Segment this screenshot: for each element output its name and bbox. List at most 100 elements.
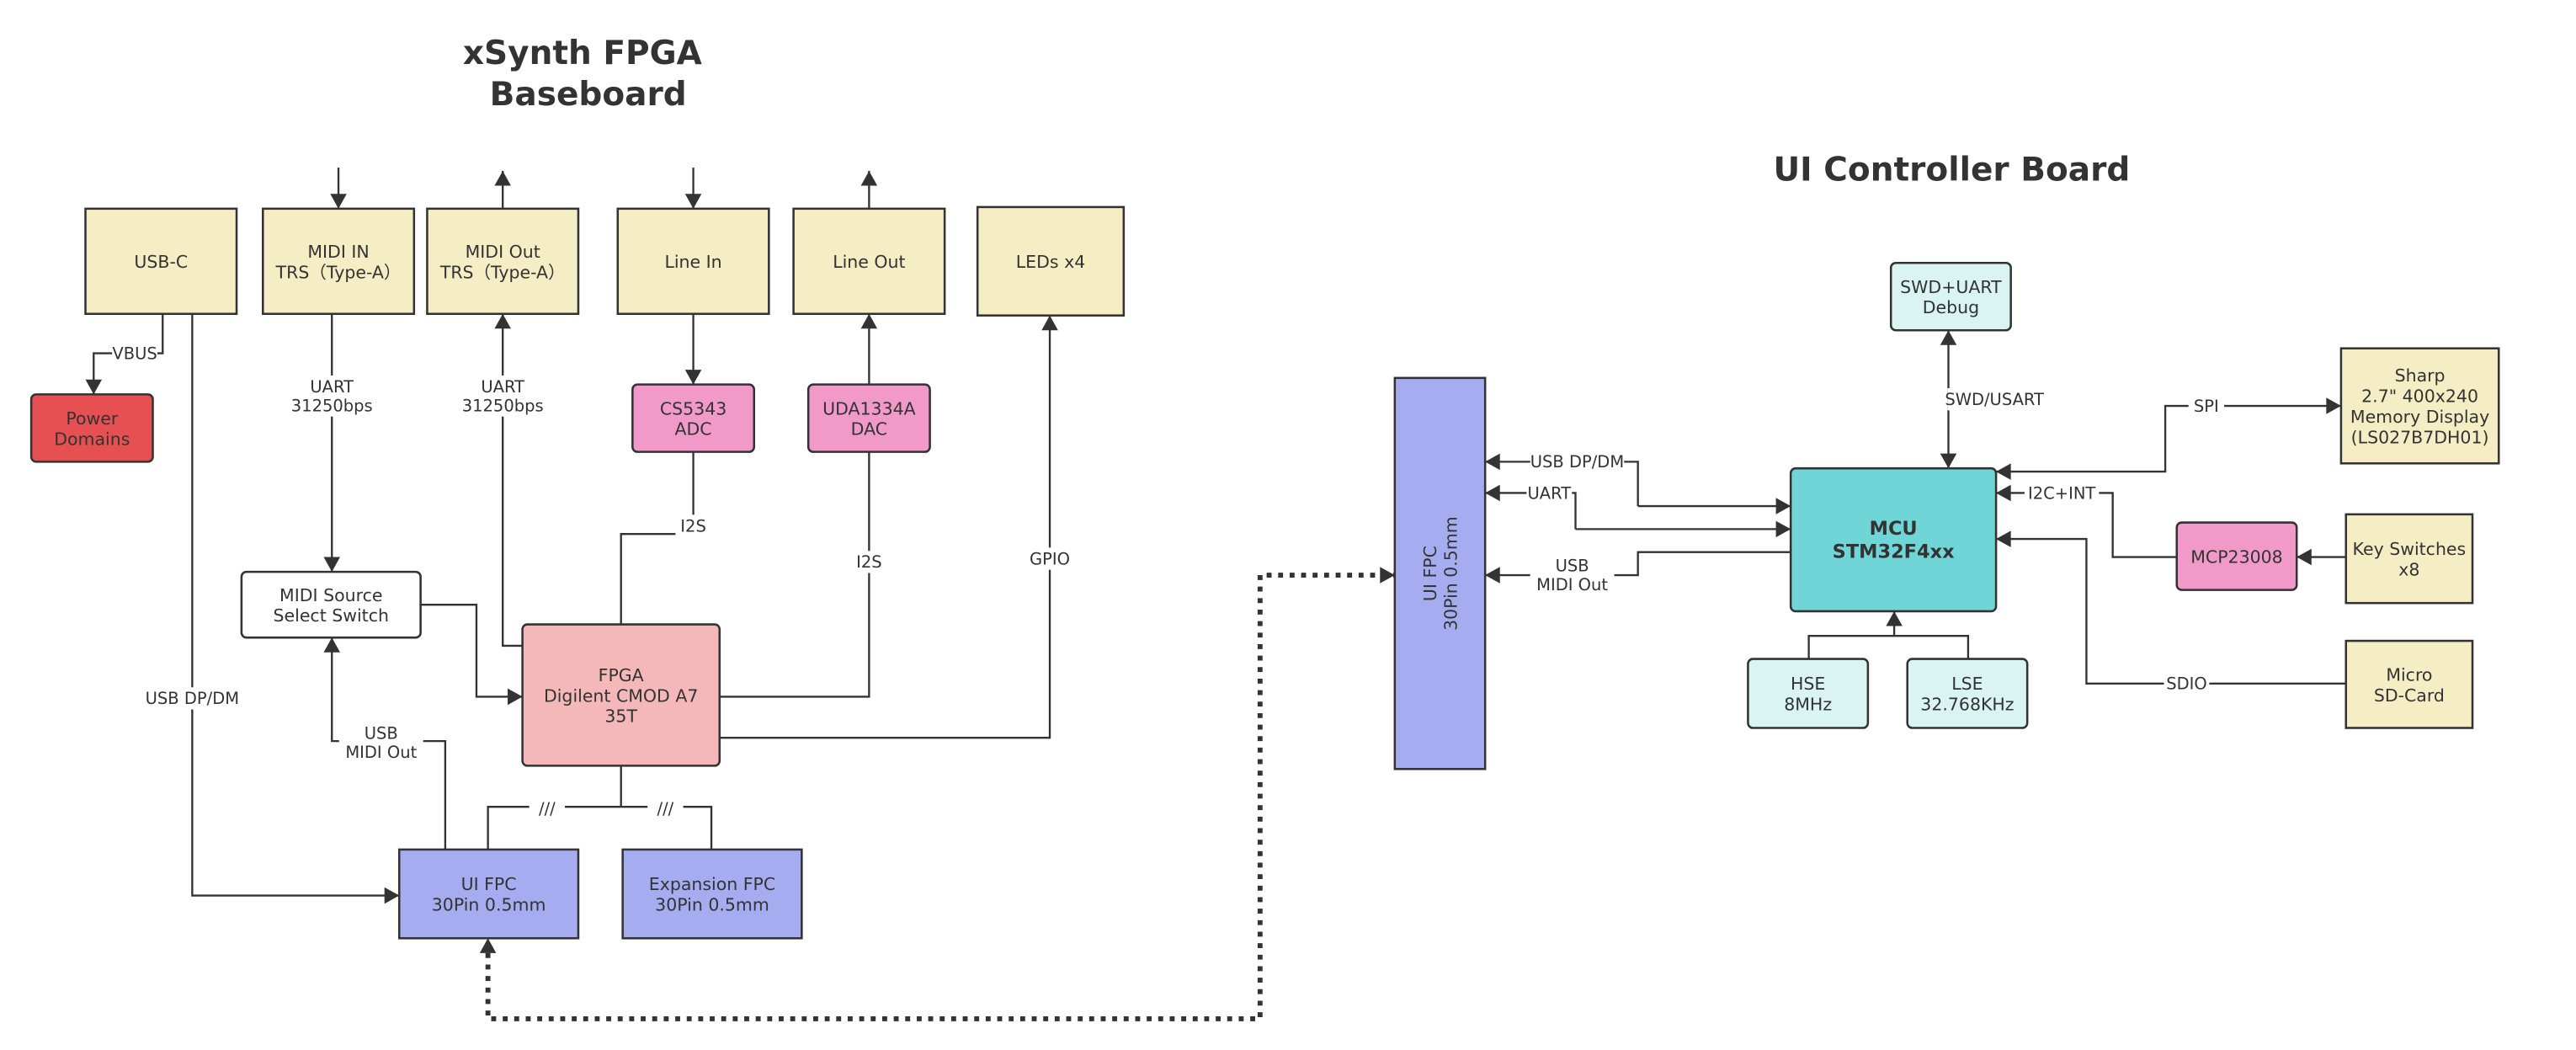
debug-node: SWD+UART Debug bbox=[1889, 261, 2012, 332]
usb-dpdm-label: USB DP/DM bbox=[145, 687, 240, 710]
leds-node-label: LEDs x4 bbox=[1016, 252, 1085, 272]
sd-card-node: Micro SD-Card bbox=[2344, 639, 2474, 729]
line-out-external-wire-arrowhead bbox=[860, 170, 878, 186]
usb-midi-out-label: USB MIDI Out bbox=[338, 722, 423, 764]
swd-usart-wire-arrowhead bbox=[1940, 330, 1957, 345]
spi-wire-arrowhead bbox=[2326, 397, 2341, 414]
gpio-wire bbox=[719, 315, 1058, 739]
display-node: Sharp 2.7" 400x240 Memory Display (LS027B7D… bbox=[2339, 347, 2500, 465]
bus-left-label-text: /// bbox=[539, 799, 556, 818]
vbus-wire-arrowhead bbox=[85, 379, 103, 395]
midi-out-uart-wire-arrowhead bbox=[494, 313, 511, 329]
hse-node-label: HSE 8MHz bbox=[1784, 674, 1832, 714]
expansion-fpc-node: Expansion FPC 30Pin 0.5mm bbox=[621, 848, 803, 940]
nodes-layer: USB-C MIDI IN TRS（Type-A）MIDI Out TRS（Type-… bbox=[29, 205, 2500, 940]
hse-clock-wire bbox=[1807, 635, 1970, 659]
ui-usb-dpdm-mcu-wire-arrowhead bbox=[1775, 498, 1791, 514]
gpio-label-text: GPIO bbox=[1030, 549, 1070, 568]
swd-usart-wire-arrowhead bbox=[1940, 453, 1957, 469]
vbus-label: VBUS bbox=[112, 342, 157, 365]
adc-i2s-label: I2S bbox=[675, 514, 711, 537]
spi-label-text: SPI bbox=[2194, 397, 2219, 416]
midi-in-uart-wire-arrowhead bbox=[323, 557, 340, 573]
i2c-int-wire-arrowhead bbox=[1996, 484, 2011, 502]
bus-right-label: /// bbox=[647, 797, 684, 820]
adc-i2s-label-text: I2S bbox=[680, 516, 706, 536]
usb-dpdm-wire-arrowhead bbox=[384, 887, 400, 904]
i2c-int-label: I2C+INT bbox=[2024, 482, 2100, 504]
mcp23008-node-label: MCP23008 bbox=[2190, 546, 2283, 567]
usb-c-node: USB-C bbox=[84, 207, 238, 316]
midi-switch-to-fpga-wire-arrowhead bbox=[508, 688, 523, 706]
ui-usb-dpdm-wire-arrowhead bbox=[1485, 453, 1500, 471]
midi-switch-node: MIDI Source Select Switch bbox=[240, 570, 422, 639]
midi-switch-to-fpga-wire bbox=[420, 603, 523, 706]
vbus-label-text: VBUS bbox=[112, 344, 157, 363]
dac-i2s-label: I2S bbox=[851, 551, 887, 573]
baseboard-ui-fpc-node: UI FPC 30Pin 0.5mm bbox=[397, 848, 580, 940]
midi-in-node: MIDI IN TRS（Type-A） bbox=[262, 207, 416, 316]
midi-out-external-wire bbox=[494, 170, 511, 209]
dac-i2s-label-text: I2S bbox=[856, 552, 882, 572]
line-in-to-adc-wire bbox=[684, 313, 702, 385]
ui-uart-mcu-wire-arrowhead bbox=[1775, 520, 1791, 538]
line-out-node-label: Line Out bbox=[833, 252, 905, 272]
swd-usart-label-text: SWD/USART bbox=[1945, 390, 2044, 409]
ui-uart-mcu-wire bbox=[1575, 520, 1791, 538]
gpio-wire-arrowhead bbox=[1041, 315, 1058, 331]
hse-node: HSE 8MHz bbox=[1747, 658, 1870, 729]
fpga-node: FPGA Digilent CMOD A7 35T bbox=[521, 623, 721, 767]
midi-in-uart-wire bbox=[323, 313, 340, 573]
ui-uart-label: UART bbox=[1526, 482, 1573, 504]
midi-out-uart-wire bbox=[494, 313, 523, 648]
keys-to-mcp-wire bbox=[2297, 548, 2346, 566]
ui-uart-label-text: UART bbox=[1527, 483, 1571, 503]
line-in-node-label: Line In bbox=[664, 252, 721, 272]
key-switches-node: Key Switches x8 bbox=[2344, 513, 2474, 605]
ui-usb-dpdm-mcu-wire bbox=[1637, 498, 1791, 514]
usb-c-node-label: USB-C bbox=[134, 252, 188, 272]
titles-layer: xSynth FPGA Baseboard UI Controller Boar… bbox=[463, 35, 2130, 189]
midi-in-uart-label: UART 31250bps bbox=[290, 375, 375, 417]
inter-board-link-arrowhead bbox=[1380, 567, 1395, 584]
sdio-label: SDIO bbox=[2164, 672, 2210, 695]
spi-wire-arrowhead bbox=[1996, 463, 2011, 480]
block-diagram: USB-C MIDI IN TRS（Type-A）MIDI Out TRS（Type-… bbox=[29, 35, 2500, 1021]
spi-wire bbox=[1996, 397, 2341, 480]
ui-usb-midi-out-label: USB MIDI Out bbox=[1530, 554, 1615, 596]
dac-to-line-out-wire-arrowhead bbox=[860, 313, 878, 329]
hse-clock-wire-line bbox=[1807, 635, 1970, 659]
baseboard-title: xSynth FPGA Baseboard bbox=[463, 35, 714, 114]
dac-i2s-wire bbox=[719, 451, 870, 698]
dac-node: UDA1334A DAC bbox=[806, 383, 931, 453]
usb-midi-out-wire-arrowhead bbox=[323, 637, 340, 653]
line-out-external-wire bbox=[860, 170, 878, 209]
line-in-to-adc-wire-arrowhead bbox=[684, 370, 702, 385]
line-in-external-wire bbox=[684, 168, 702, 209]
mcu-node: MCU STM32F4xx bbox=[1789, 466, 1998, 613]
ui-board-title: UI Controller Board bbox=[1774, 152, 2131, 189]
ui-uart-wire-arrowhead bbox=[1485, 484, 1500, 502]
adc-i2s-wire bbox=[620, 451, 695, 625]
midi-out-node: MIDI Out TRS（Type-A） bbox=[426, 207, 580, 316]
mcp23008-node: MCP23008 bbox=[2175, 521, 2298, 591]
adc-node: CS5343 ADC bbox=[631, 383, 756, 453]
lse-node: LSE 32.768KHz bbox=[1906, 658, 2029, 729]
swd-usart-label: SWD/USART bbox=[1945, 388, 2044, 411]
clock-to-mcu-wire bbox=[1886, 610, 1903, 637]
gpio-label: GPIO bbox=[1027, 547, 1072, 570]
sdio-wire-arrowhead bbox=[1996, 530, 2011, 547]
ui-usb-midi-out-wire-arrowhead bbox=[1485, 567, 1500, 584]
expansion-fpc-node-label: Expansion FPC 30Pin 0.5mm bbox=[649, 874, 775, 914]
usb-dpdm-label-text: USB DP/DM bbox=[146, 689, 239, 708]
ui-board-fpc-node: UI FPC30Pin 0.5mm bbox=[1393, 376, 1487, 770]
spi-wire-line bbox=[1996, 404, 2341, 473]
bus-right-label-text: /// bbox=[657, 799, 674, 818]
midi-out-uart-label: UART 31250bps bbox=[460, 375, 546, 417]
inter-board-link-arrowhead bbox=[479, 938, 497, 953]
midi-out-external-wire-arrowhead bbox=[494, 170, 511, 186]
bus-left-label: /// bbox=[529, 797, 566, 820]
sdio-label-text: SDIO bbox=[2166, 674, 2207, 694]
midi-switch-to-fpga-wire-line bbox=[420, 603, 523, 698]
midi-in-external-wire bbox=[330, 168, 347, 209]
